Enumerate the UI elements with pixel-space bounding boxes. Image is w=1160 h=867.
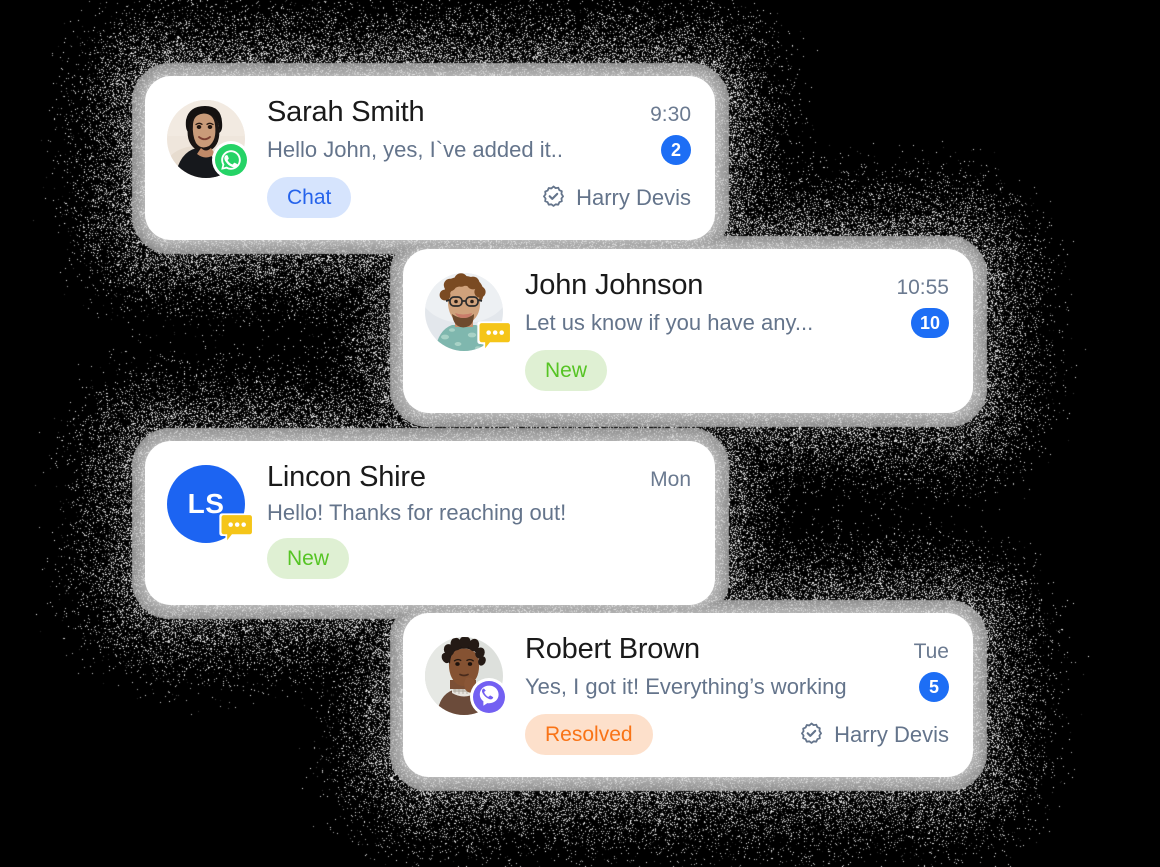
avatar: LS (167, 465, 255, 544)
card-preview-row: Yes, I got it! Everything’s working 5 (525, 672, 949, 702)
conversation-card-john-johnson[interactable]: John Johnson 10:55 Let us know if you ha… (403, 249, 973, 413)
card-footer-row: Chat Harry Devis (267, 177, 691, 218)
card-preview-row: Let us know if you have any... 10 (525, 308, 949, 338)
timestamp: Tue (913, 640, 949, 663)
unread-count-badge: 5 (919, 672, 949, 702)
unread-count-badge: 10 (910, 308, 949, 338)
card-header-row: Robert Brown Tue (525, 633, 949, 666)
assignee: Harry Devis (798, 721, 949, 748)
status-tag[interactable]: Chat (267, 177, 352, 218)
card-content: Robert Brown Tue Yes, I got it! Everythi… (525, 633, 949, 755)
contact-name: Robert Brown (525, 633, 700, 665)
conversation-card-sarah-smith[interactable]: Sarah Smith 9:30 Hello John, yes, I`ve a… (145, 76, 715, 240)
avatar (425, 637, 508, 716)
avatar (167, 100, 250, 179)
assignee: Harry Devis (540, 184, 691, 211)
verified-badge-icon (540, 184, 567, 211)
message-preview: Yes, I got it! Everything’s working (525, 674, 847, 699)
assignee-name: Harry Devis (834, 721, 949, 747)
conversation-card-lincon-shire[interactable]: LS Lincon Shire Mon Hello! Thanks for re… (145, 441, 715, 605)
card-preview-row: Hello! Thanks for reaching out! (267, 500, 691, 526)
message-preview: Hello! Thanks for reaching out! (267, 500, 567, 525)
assignee-name: Harry Devis (576, 184, 691, 210)
viber-icon (469, 677, 509, 717)
message-preview: Hello John, yes, I`ve added it.. (267, 137, 563, 162)
verified-badge-icon (798, 721, 825, 748)
message-preview: Let us know if you have any... (525, 310, 814, 335)
notification-cards-stage: Sarah Smith 9:30 Hello John, yes, I`ve a… (0, 0, 1160, 867)
timestamp: Mon (650, 468, 691, 491)
card-header-row: Sarah Smith 9:30 (267, 96, 691, 129)
card-content: Lincon Shire Mon Hello! Thanks for reach… (267, 461, 691, 579)
conversation-card-robert-brown[interactable]: Robert Brown Tue Yes, I got it! Everythi… (403, 613, 973, 777)
unread-count-badge: 2 (661, 135, 691, 165)
card-footer-row: New (525, 350, 949, 391)
status-tag[interactable]: New (525, 350, 608, 391)
card-header-row: Lincon Shire Mon (267, 461, 691, 494)
contact-name: John Johnson (525, 269, 704, 301)
timestamp: 9:30 (650, 103, 691, 126)
contact-name: Lincon Shire (267, 461, 426, 493)
avatar (425, 273, 513, 352)
chat-bubble-icon (473, 317, 513, 357)
card-content: Sarah Smith 9:30 Hello John, yes, I`ve a… (267, 96, 691, 218)
chat-bubble-icon (215, 509, 255, 549)
card-preview-row: Hello John, yes, I`ve added it.. 2 (267, 135, 691, 165)
card-header-row: John Johnson 10:55 (525, 269, 949, 302)
status-tag[interactable]: Resolved (525, 714, 653, 755)
contact-name: Sarah Smith (267, 96, 425, 128)
status-tag[interactable]: New (267, 538, 350, 579)
whatsapp-icon (211, 140, 251, 180)
card-footer-row: Resolved Harry Devis (525, 714, 949, 755)
timestamp: 10:55 (896, 276, 949, 299)
card-content: John Johnson 10:55 Let us know if you ha… (525, 269, 949, 391)
card-footer-row: New (267, 538, 691, 579)
